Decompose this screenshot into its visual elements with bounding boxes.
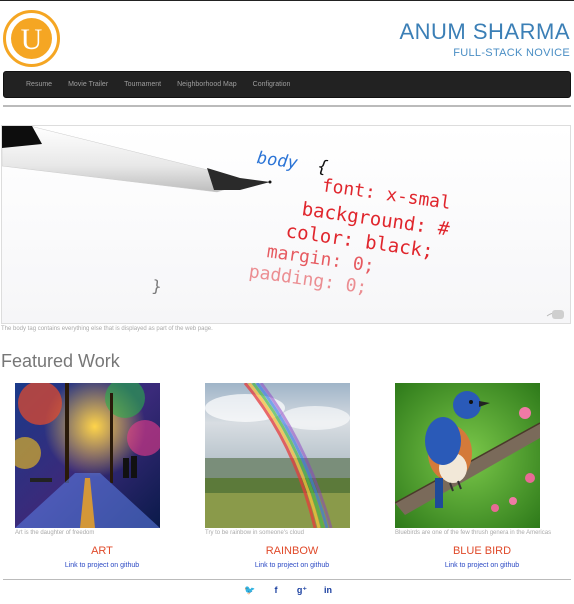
linkedin-icon[interactable]: in bbox=[322, 585, 334, 596]
site-logo[interactable]: U bbox=[3, 10, 60, 67]
nav-item-tournament[interactable]: Tournament bbox=[116, 71, 169, 98]
nav-item-resume[interactable]: Resume bbox=[18, 71, 60, 98]
social-links: 🐦 f g⁺ in bbox=[244, 585, 334, 596]
rainbow-image[interactable] bbox=[205, 383, 350, 528]
nav-item-configration[interactable]: Configration bbox=[245, 71, 299, 98]
bluebird-github-link[interactable]: Link to project on github bbox=[407, 562, 557, 569]
art-painting bbox=[15, 383, 160, 528]
rainbow-title: RAINBOW bbox=[265, 545, 319, 557]
hero-caption: The body tag contains everything else th… bbox=[1, 326, 213, 332]
bluebird-title: BLUE BIRD bbox=[452, 545, 512, 557]
art-github-link[interactable]: Link to project on github bbox=[27, 562, 177, 569]
art-caption: Art is the daughter of freedom bbox=[15, 530, 95, 536]
top-rule bbox=[0, 0, 574, 1]
hero-image: body { font: x-smal background: # color:… bbox=[1, 125, 571, 324]
image-badge-icon bbox=[552, 310, 564, 319]
footer-divider bbox=[3, 579, 571, 580]
rainbow-photo bbox=[205, 383, 350, 528]
bluebird-photo bbox=[395, 383, 540, 528]
bluebird-image[interactable] bbox=[395, 383, 540, 528]
header-divider bbox=[3, 105, 571, 107]
nav-item-movie-trailer[interactable]: Movie Trailer bbox=[60, 71, 116, 98]
nav-item-neighborhood-map[interactable]: Neighborhood Map bbox=[169, 71, 245, 98]
logo-circle: U bbox=[11, 18, 52, 59]
twitter-icon[interactable]: 🐦 bbox=[244, 585, 256, 596]
bluebird-caption: Bluebirds are one of the few thrush gene… bbox=[395, 530, 552, 536]
site-name: ANUM SHARMA bbox=[399, 19, 570, 44]
art-image[interactable] bbox=[15, 383, 160, 528]
site-tagline: FULL-STACK NOVICE bbox=[453, 47, 570, 59]
rainbow-github-link[interactable]: Link to project on github bbox=[217, 562, 367, 569]
facebook-icon[interactable]: f bbox=[270, 585, 282, 596]
art-title: ART bbox=[91, 545, 113, 557]
rainbow-caption: Try to be rainbow in someone's cloud bbox=[205, 530, 304, 536]
logo-letter: U bbox=[20, 22, 43, 56]
featured-title: Featured Work bbox=[1, 351, 120, 371]
google-plus-icon[interactable]: g⁺ bbox=[296, 585, 308, 596]
navbar: Resume Movie Trailer Tournament Neighbor… bbox=[3, 71, 571, 98]
